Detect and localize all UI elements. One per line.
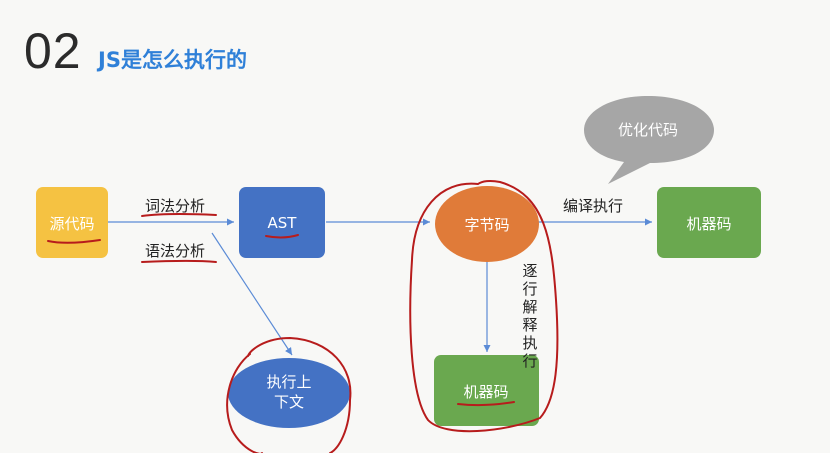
node-machine-code-bottom-label: 机器码 — [463, 383, 508, 401]
label-interpret-char: 释 — [522, 316, 537, 334]
slide: 02 JS是怎么执行的 源代码 AST 字节码 机器码 机器码 执行上 下文 优… — [0, 0, 830, 453]
bubble-optimize — [584, 96, 714, 184]
node-machine-code-right-label: 机器码 — [686, 215, 731, 233]
label-interpret-char: 行 — [522, 352, 537, 370]
node-source-code-label: 源代码 — [49, 215, 94, 233]
label-compile-execute: 编译执行 — [563, 197, 623, 215]
label-interpret-char: 行 — [522, 280, 537, 298]
label-interpret-char: 逐 — [522, 262, 537, 280]
label-interpret-line-by-line: 逐 行 解 释 执 行 — [522, 262, 537, 370]
label-syntax-analysis: 语法分析 — [145, 242, 205, 260]
node-execution-context-line1: 执行上 — [266, 373, 311, 391]
node-bytecode-label: 字节码 — [464, 216, 509, 234]
node-execution-context-line2: 下文 — [274, 393, 304, 411]
label-lexical-analysis: 词法分析 — [145, 197, 205, 215]
bubble-optimize-label: 优化代码 — [618, 121, 678, 139]
annotation-underline-lexical — [141, 213, 217, 217]
node-ast-label: AST — [268, 214, 298, 232]
flow-diagram: 源代码 AST 字节码 机器码 机器码 执行上 下文 优化代码 词法分析 语法分… — [36, 96, 761, 453]
annotation-underline-syntax — [141, 259, 217, 263]
label-interpret-char: 执 — [522, 334, 537, 352]
label-interpret-char: 解 — [522, 298, 537, 316]
